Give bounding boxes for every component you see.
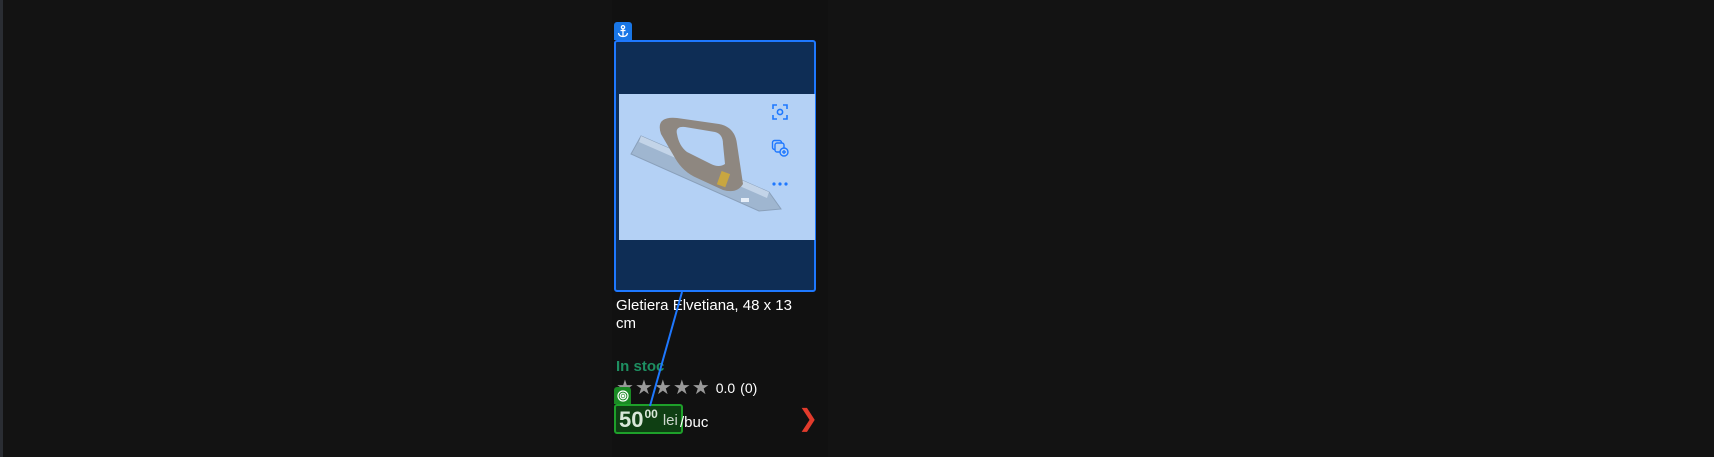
- target-icon: [614, 387, 631, 404]
- price-box[interactable]: 50 00 lei: [614, 404, 683, 434]
- star-icon: ★: [634, 377, 653, 399]
- rating-count: (0): [740, 380, 758, 396]
- connector-line: [649, 291, 683, 407]
- product-photo[interactable]: [619, 94, 815, 240]
- product-title[interactable]: Gletiera Elvetiana, 48 x 13 cm: [616, 297, 816, 333]
- price-integer: 50: [619, 407, 644, 432]
- rating-row: ★ ★ ★ ★ ★ 0.0 (0): [616, 378, 757, 398]
- more-dots-icon[interactable]: [769, 173, 791, 195]
- rating-value: 0.0: [715, 380, 736, 396]
- price-currency: lei: [662, 412, 678, 429]
- price-unit: /buc: [680, 414, 709, 431]
- left-edge-border: [0, 0, 3, 457]
- price-decimals: 00: [644, 407, 658, 421]
- anchor-icon: [614, 22, 632, 40]
- star-icon: ★: [691, 377, 710, 399]
- chevron-right-icon[interactable]: ❯: [798, 404, 818, 433]
- star-icon: ★: [653, 377, 672, 399]
- scan-icon[interactable]: [769, 101, 791, 123]
- stock-status: In stoc: [616, 358, 665, 375]
- page: ·: [0, 0, 1714, 457]
- product-image-frame[interactable]: [614, 40, 816, 292]
- add-compare-icon[interactable]: [769, 137, 791, 159]
- star-icon: ★: [672, 377, 691, 399]
